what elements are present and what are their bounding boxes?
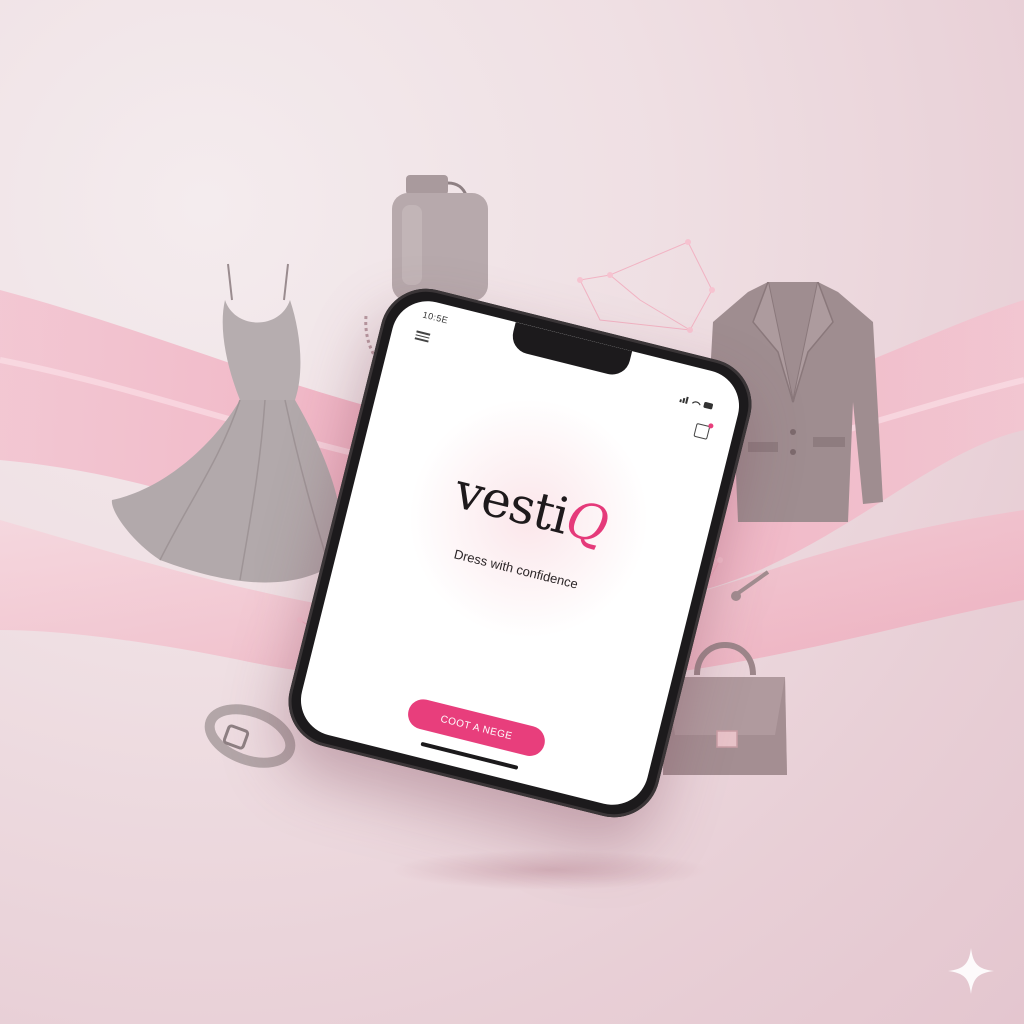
pin-accessory [731, 570, 770, 601]
cta-button[interactable]: COOT A NEGE [404, 696, 549, 760]
status-time: 10:5E [421, 309, 450, 326]
scene-background: 10:5E vestiQ Dress with confidence COOT … [0, 0, 1024, 1024]
app-logo: vestiQ [351, 437, 710, 579]
sparkle-icon [948, 948, 994, 994]
dress-product [111, 263, 343, 583]
floor-shadow [390, 850, 710, 890]
wifi-icon [691, 401, 701, 406]
cart-icon[interactable] [693, 422, 711, 440]
status-icons [679, 394, 714, 412]
battery-icon [703, 401, 714, 410]
signal-icon [679, 396, 714, 410]
logo-main: vesti [449, 461, 575, 546]
hamburger-menu-icon[interactable] [414, 328, 431, 344]
